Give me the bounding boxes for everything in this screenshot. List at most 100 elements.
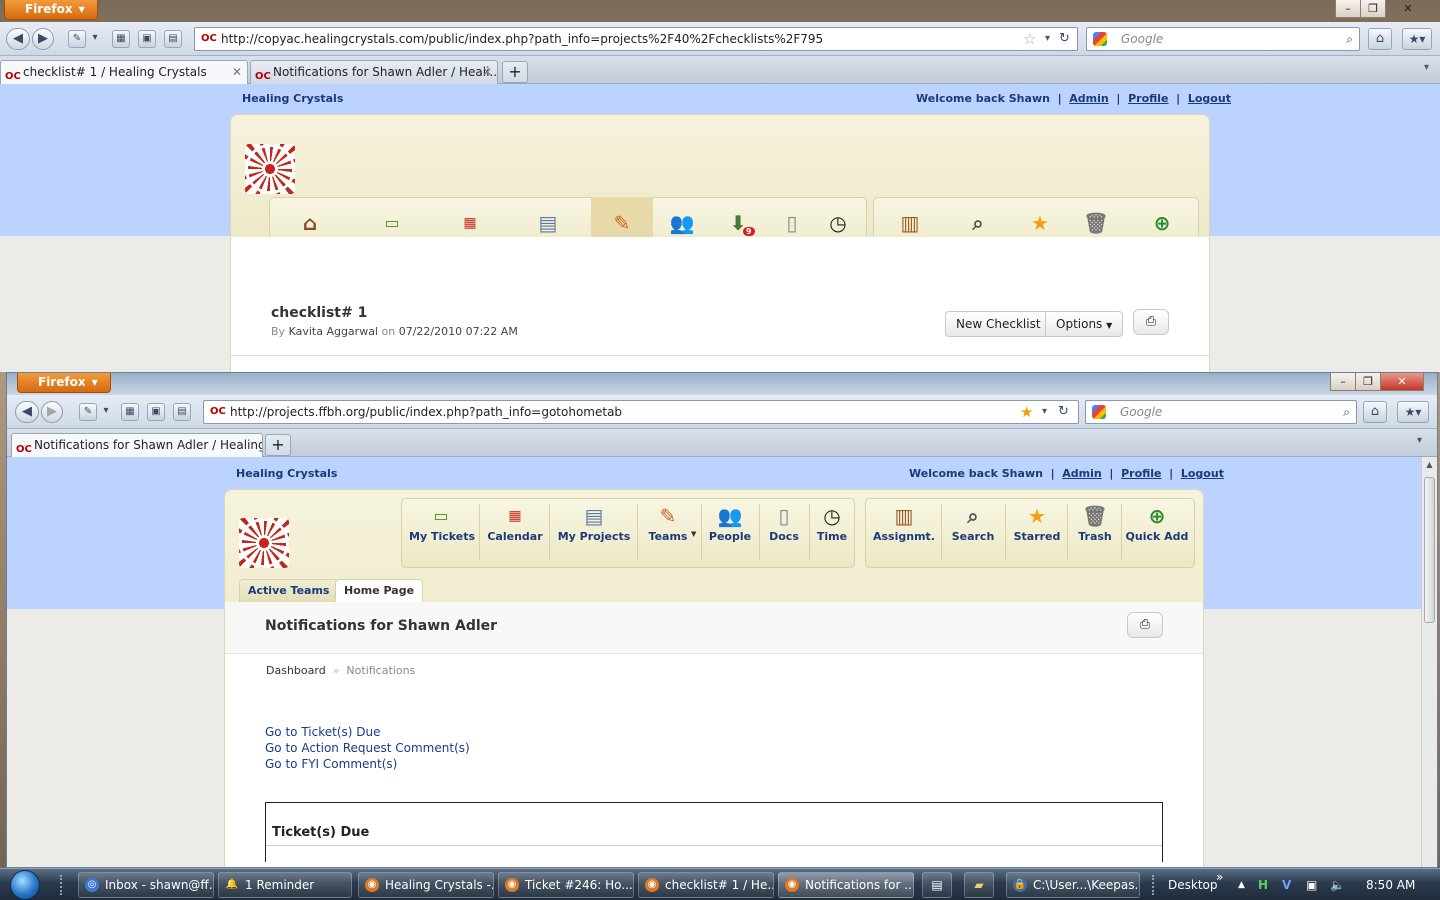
clipboard-icon[interactable]: ▤ (173, 403, 191, 421)
nav-assignments[interactable]: ▥ Assignmt. (871, 504, 937, 543)
new-checklist-button[interactable]: New Checklist (945, 311, 1052, 337)
tab-notifications[interactable]: OC Notifications for Shawn Adler / Heali… (250, 60, 498, 84)
tab-home-page[interactable]: Home Page (335, 579, 424, 603)
quicklaunch-notepad[interactable]: ▤ (922, 872, 952, 898)
pencil-icon[interactable]: ✎ (68, 30, 86, 48)
close-window-button[interactable]: ✕ (1380, 373, 1424, 391)
clock[interactable]: 8:50 AM (1366, 869, 1415, 900)
tab-active-teams[interactable]: Active Teams (239, 579, 339, 603)
forward-button[interactable]: ▶ (32, 28, 54, 50)
reload-icon[interactable]: ↻ (1059, 28, 1070, 50)
task-notifications[interactable]: ◉ Notifications for ... (778, 872, 914, 898)
bookmark-star-icon[interactable]: ☆ (1023, 28, 1036, 50)
restore-button[interactable]: ❐ (1355, 373, 1381, 391)
window-icon[interactable]: ▣ (147, 403, 165, 421)
firefox-menu-button[interactable]: Firefox ▼ (4, 0, 98, 20)
tab-list-icon[interactable]: ▾ (1417, 435, 1422, 446)
window-icon[interactable]: ▣ (138, 30, 156, 48)
admin-link[interactable]: Admin (1062, 467, 1101, 480)
admin-link[interactable]: Admin (1069, 92, 1108, 105)
nav-time[interactable]: ◷ Time (815, 504, 849, 543)
volume-icon[interactable]: 🔈 (1330, 869, 1345, 900)
tile-icon[interactable]: ▦ (121, 403, 139, 421)
nav-inbox[interactable]: ⬇ 9 (721, 211, 755, 237)
addons-icon[interactable]: ★▾ (1402, 28, 1432, 50)
url-dropdown-icon[interactable]: ▾ (1042, 401, 1047, 423)
scroll-thumb[interactable] (1424, 477, 1435, 623)
tray-expand-icon[interactable]: ▲ (1238, 869, 1245, 900)
nav-projects[interactable]: ▤ (531, 211, 565, 237)
site-name[interactable]: Healing Crystals (236, 467, 337, 480)
clipboard-icon[interactable]: ▤ (164, 30, 182, 48)
task-keepass[interactable]: 🔒 C:\User...\Keepas... (1006, 872, 1140, 898)
nav-quick-add[interactable]: ⊕ Quick Add (1125, 504, 1189, 543)
forward-button[interactable]: ▶ (41, 401, 63, 423)
tab-list-icon[interactable]: ▾ (1424, 62, 1429, 73)
search-icon[interactable]: ⌕ (1343, 401, 1350, 423)
breadcrumb-dashboard[interactable]: Dashboard (266, 664, 326, 677)
close-tab-icon[interactable]: ✕ (482, 61, 492, 83)
tile-icon[interactable]: ▦ (112, 30, 130, 48)
options-button[interactable]: Options ▼ (1045, 311, 1124, 337)
nav-quick-add[interactable]: ⊕ (1145, 211, 1179, 237)
bookmark-star-icon[interactable]: ★ (1020, 401, 1033, 423)
search-bar[interactable]: Google ⌕ (1085, 400, 1357, 424)
url-bar[interactable]: OC http://copyac.healingcrystals.com/pub… (194, 27, 1078, 51)
nav-docs[interactable]: ▯ (775, 211, 809, 237)
dropdown-icon[interactable]: ▾ (90, 30, 100, 48)
addons-icon[interactable]: ★▾ (1397, 401, 1429, 423)
home-icon[interactable]: ⌂ (1368, 28, 1392, 50)
back-button[interactable]: ◀ (15, 401, 39, 423)
back-button[interactable]: ◀ (6, 28, 30, 50)
close-window-button[interactable]: ✕ (1385, 0, 1431, 18)
search-bar[interactable]: Google ⌕ (1086, 27, 1360, 51)
nav-home[interactable]: ⌂ (293, 211, 327, 237)
print-button[interactable]: ⎙ (1127, 612, 1163, 638)
search-icon[interactable]: ⌕ (1346, 28, 1353, 50)
site-logo[interactable] (239, 518, 289, 568)
site-name[interactable]: Healing Crystals (242, 92, 343, 105)
scroll-up-arrow[interactable]: ▲ (1422, 457, 1437, 473)
nav-today[interactable]: ▭ (375, 211, 409, 237)
firefox-menu-button[interactable]: Firefox ▼ (17, 373, 111, 393)
reload-icon[interactable]: ↻ (1058, 401, 1069, 423)
nav-starred[interactable]: ★ (1023, 211, 1057, 237)
nav-people[interactable]: 👥 (665, 211, 699, 237)
logout-link[interactable]: Logout (1188, 92, 1231, 105)
link-tickets-due[interactable]: Go to Ticket(s) Due (265, 724, 470, 740)
nav-starred[interactable]: ★ Starred (1011, 504, 1063, 543)
pencil-icon[interactable]: ✎ (79, 403, 97, 421)
nav-trash[interactable]: 🗑 Trash (1073, 504, 1117, 543)
nav-people[interactable]: 👥 People (707, 504, 753, 543)
dropdown-icon[interactable]: ▾ (101, 403, 111, 421)
nav-calendar[interactable]: ▦ Calendar (487, 504, 543, 543)
new-tab-button[interactable]: + (502, 61, 528, 83)
nav-time[interactable]: ◷ (821, 211, 855, 237)
link-action-request-comments[interactable]: Go to Action Request Comment(s) (265, 740, 470, 756)
quicklaunch-explorer[interactable]: ▰ (964, 872, 994, 898)
nav-teams[interactable]: ✎ Teams ▼ (643, 504, 697, 543)
desktop-toolbar-label[interactable]: Desktop (1168, 869, 1218, 900)
nav-docs[interactable]: ▯ Docs (765, 504, 803, 543)
nav-search[interactable]: ⌕ (961, 211, 995, 237)
site-logo[interactable] (245, 144, 295, 194)
home-icon[interactable]: ⌂ (1363, 401, 1387, 423)
nav-assignments[interactable]: ▥ (893, 211, 927, 237)
task-reminder[interactable]: 🔔 1 Reminder (218, 872, 352, 898)
profile-link[interactable]: Profile (1128, 92, 1168, 105)
network-icon[interactable]: ▣ (1306, 869, 1317, 900)
close-tab-icon[interactable]: ✕ (232, 61, 242, 83)
profile-link[interactable]: Profile (1121, 467, 1161, 480)
restore-button[interactable]: ❐ (1360, 0, 1386, 18)
h-tray-icon[interactable]: H (1258, 869, 1268, 900)
minimize-button[interactable]: – (1330, 373, 1356, 391)
nav-trash[interactable]: 🗑 (1079, 211, 1113, 237)
tab-checklist[interactable]: OC checklist# 1 / Healing Crystals ✕ (0, 60, 248, 84)
nav-my-projects[interactable]: ▤ My Projects (557, 504, 631, 543)
new-tab-button[interactable]: + (265, 434, 291, 456)
task-checklist[interactable]: ◉ checklist# 1 / He... (638, 872, 774, 898)
toolbar-overflow-icon[interactable]: » (1216, 861, 1223, 893)
print-button[interactable]: ⎙ (1133, 309, 1169, 335)
vertical-scrollbar[interactable]: ▲ (1421, 457, 1437, 867)
task-ticket-246[interactable]: ◉ Ticket #246: Ho... (498, 872, 634, 898)
